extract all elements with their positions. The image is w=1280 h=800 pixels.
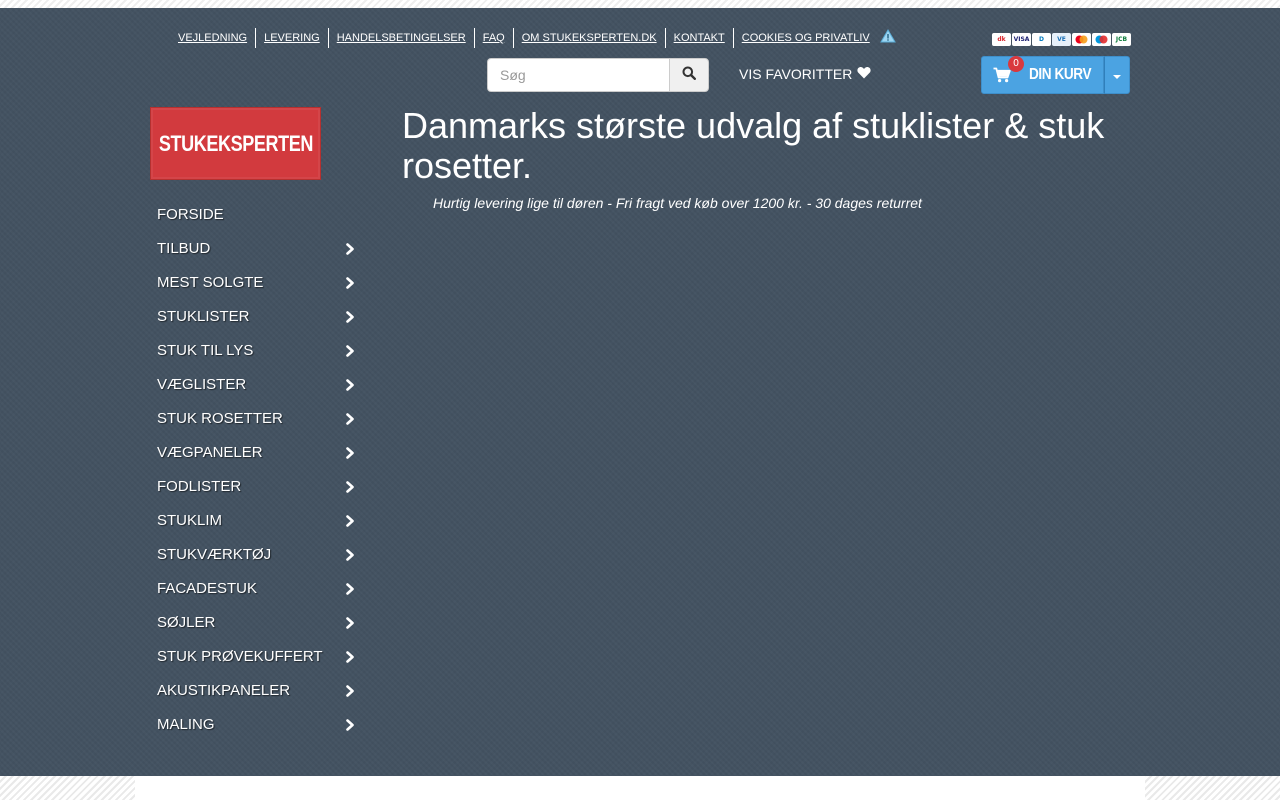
nav-item-fodlister[interactable]: FODLISTER <box>150 469 362 503</box>
nav-item-label: STUKLISTER <box>157 307 250 325</box>
nav-item-label: FODLISTER <box>157 477 242 495</box>
chevron-right-icon <box>346 446 355 464</box>
chevron-right-icon <box>346 310 355 328</box>
diners-icon: D <box>1032 33 1051 46</box>
site-logo[interactable]: STUKEKSPERTEN <box>150 107 321 180</box>
jcb-icon: JCB <box>1112 33 1131 46</box>
nav-item-facadestuk[interactable]: FACADESTUK <box>150 571 362 605</box>
chevron-right-icon <box>346 378 355 396</box>
cart: 0 DIN KURV <box>981 56 1130 94</box>
heart-icon <box>857 64 871 84</box>
link-cookies[interactable]: COOKIES OG PRIVATLIV <box>734 28 878 48</box>
shopping-cart-icon <box>993 67 1011 88</box>
nav-item-label: MEST SOLGTE <box>157 273 264 291</box>
nav-item-label: STUK TIL LYS <box>157 341 254 359</box>
search-form <box>487 58 709 92</box>
nav-item-stukvaerktoej[interactable]: STUKVÆRKTØJ <box>150 537 362 571</box>
nav-item-mest-solgte[interactable]: MEST SOLGTE <box>150 265 362 299</box>
nav-item-stuk-rosetter[interactable]: STUK ROSETTER <box>150 401 362 435</box>
caret-down-icon <box>1113 74 1121 79</box>
chevron-right-icon <box>346 548 355 566</box>
cart-count-badge: 0 <box>1008 56 1024 72</box>
search-icon <box>682 66 697 85</box>
nav-item-label: TILBUD <box>157 239 211 257</box>
nav-item-label: SØJLER <box>157 613 216 631</box>
chevron-right-icon <box>346 412 355 430</box>
nav-item-label: STUK ROSETTER <box>157 409 283 427</box>
chevron-right-icon <box>346 480 355 498</box>
top-links: VEJLEDNING LEVERING HANDELSBETINGELSER F… <box>170 28 896 48</box>
nav-item-label: AKUSTIKPANELER <box>157 681 291 699</box>
chevron-right-icon <box>346 718 355 736</box>
nav-item-vaeglister[interactable]: VÆGLISTER <box>150 367 362 401</box>
warning-icon <box>879 28 896 48</box>
chevron-right-icon <box>346 684 355 702</box>
nav-item-maling[interactable]: MALING <box>150 707 362 741</box>
nav-item-akustikpaneler[interactable]: AKUSTIKPANELER <box>150 673 362 707</box>
maestro-icon <box>1092 33 1111 46</box>
link-faq[interactable]: FAQ <box>475 28 514 48</box>
link-vejledning[interactable]: VEJLEDNING <box>170 28 257 48</box>
link-kontakt[interactable]: KONTAKT <box>666 28 734 48</box>
nav-item-label: VÆGLISTER <box>157 375 247 393</box>
cart-button[interactable]: 0 DIN KURV <box>981 56 1104 94</box>
chevron-right-icon <box>346 242 355 260</box>
top-pattern-strip <box>0 0 1280 8</box>
nav-item-forside[interactable]: FORSIDE <box>150 197 362 231</box>
nav-item-label: FORSIDE <box>157 205 224 223</box>
favorites-label: VIS FAVORITTER <box>739 66 853 82</box>
footer-panel <box>135 776 1145 800</box>
favorites-link[interactable]: VIS FAVORITTER <box>739 64 871 84</box>
page-tagline: Hurtig levering lige til døren - Fri fra… <box>433 195 922 211</box>
chevron-right-icon <box>346 616 355 634</box>
nav-item-label: FACADESTUK <box>157 579 258 597</box>
nav-item-stuklim[interactable]: STUKLIM <box>150 503 362 537</box>
link-handelsbetingelser[interactable]: HANDELSBETINGELSER <box>329 28 475 48</box>
cart-label: DIN KURV <box>1029 66 1092 83</box>
page-headline: Danmarks største udvalg af stuklister & … <box>402 105 1105 186</box>
chevron-right-icon <box>346 344 355 362</box>
nav-item-vaegpaneler[interactable]: VÆGPANELER <box>150 435 362 469</box>
chevron-right-icon <box>346 276 355 294</box>
visa-icon: VISA <box>1012 33 1031 46</box>
nav-item-label: STUKLIM <box>157 511 223 529</box>
link-om-stukeksperten[interactable]: OM STUKEKSPERTEN.DK <box>514 28 666 48</box>
nav-item-label: MALING <box>157 715 215 733</box>
nav-item-label: STUKVÆRKTØJ <box>157 545 272 563</box>
nav-item-stuklister[interactable]: STUKLISTER <box>150 299 362 333</box>
chevron-right-icon <box>346 514 355 532</box>
payment-cards: dk VISA D VE JCB <box>992 33 1131 46</box>
chevron-right-icon <box>346 650 355 668</box>
cart-dropdown-toggle[interactable] <box>1104 56 1130 94</box>
search-button[interactable] <box>669 58 709 92</box>
nav-item-tilbud[interactable]: TILBUD <box>150 231 362 265</box>
nav-item-label: STUK PRØVEKUFFERT <box>157 647 323 665</box>
mastercard-icon <box>1072 33 1091 46</box>
nav-item-stuk-proevekuffert[interactable]: STUK PRØVEKUFFERT <box>150 639 362 673</box>
search-input[interactable] <box>487 58 669 92</box>
dankort-icon: dk <box>992 33 1011 46</box>
nav-item-stuk-til-lys[interactable]: STUK TIL LYS <box>150 333 362 367</box>
link-levering[interactable]: LEVERING <box>256 28 329 48</box>
logo-text: STUKEKSPERTEN <box>158 130 313 156</box>
nav-item-label: VÆGPANELER <box>157 443 263 461</box>
category-nav: FORSIDE TILBUD MEST SOLGTE STUKLISTER ST… <box>150 197 362 741</box>
chevron-right-icon <box>346 582 355 600</box>
visa-electron-icon: VE <box>1052 33 1071 46</box>
nav-item-soejler[interactable]: SØJLER <box>150 605 362 639</box>
